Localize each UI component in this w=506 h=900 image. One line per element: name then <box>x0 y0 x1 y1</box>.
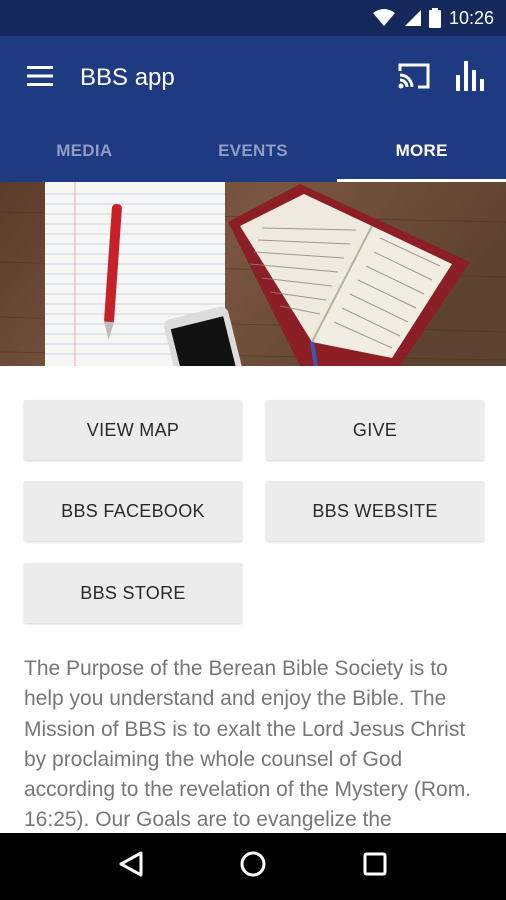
bbs-store-button[interactable]: BBS STORE <box>24 563 242 623</box>
view-map-button[interactable]: VIEW MAP <box>24 400 242 460</box>
bbs-website-button[interactable]: BBS WEBSITE <box>266 481 484 541</box>
cast-icon <box>397 62 431 95</box>
back-button[interactable] <box>101 837 161 897</box>
home-button[interactable] <box>223 837 283 897</box>
recents-icon <box>363 852 387 881</box>
description-text: The Purpose of the Berean Bible Society … <box>24 657 472 832</box>
give-button[interactable]: GIVE <box>266 400 484 460</box>
status-time: 10:26 <box>448 7 494 28</box>
menu-icon <box>27 65 53 91</box>
system-nav-bar <box>0 833 506 900</box>
wifi-icon <box>372 9 395 27</box>
cell-signal-icon <box>403 9 421 27</box>
home-icon <box>240 851 266 882</box>
tab-media[interactable]: MEDIA <box>0 120 169 182</box>
battery-icon <box>428 8 441 28</box>
tab-bar: MEDIA EVENTS MORE <box>0 120 506 182</box>
status-bar: 10:26 <box>0 0 506 36</box>
app-bar: BBS app <box>0 36 506 120</box>
hero-image <box>0 182 506 366</box>
back-icon <box>119 851 143 882</box>
recents-button[interactable] <box>345 837 405 897</box>
tab-more[interactable]: MORE <box>337 120 506 182</box>
bbs-facebook-button[interactable]: BBS FACEBOOK <box>24 481 242 541</box>
tab-events[interactable]: EVENTS <box>169 120 338 182</box>
cast-button[interactable] <box>386 36 442 120</box>
bar-chart-icon <box>456 60 484 96</box>
app-title: BBS app <box>80 64 175 91</box>
stats-button[interactable] <box>442 36 498 120</box>
